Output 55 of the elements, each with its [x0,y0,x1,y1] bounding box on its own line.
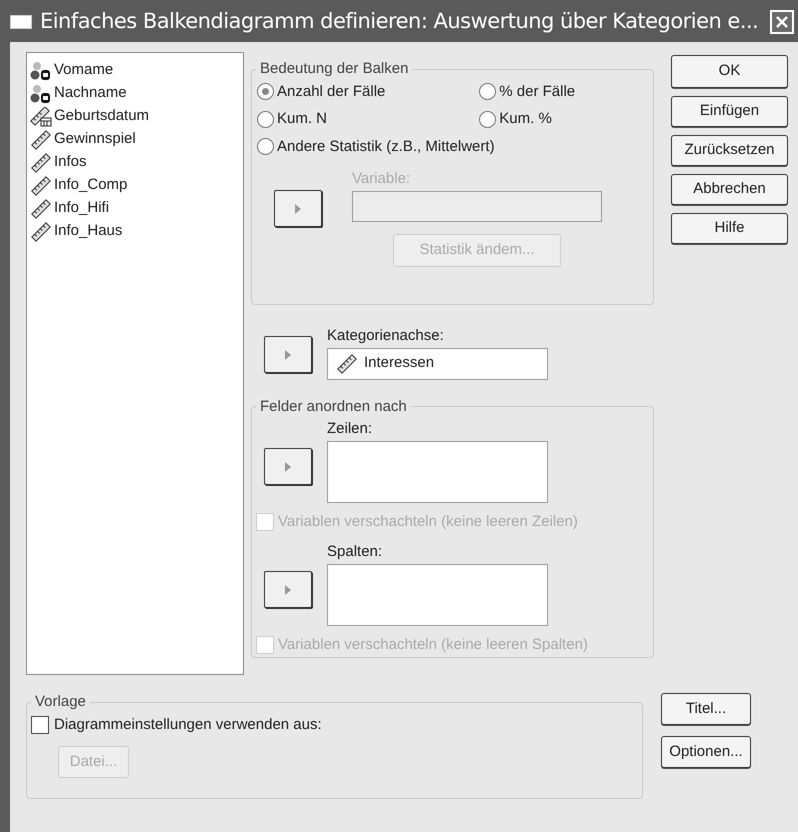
category-axis-field[interactable]: Interessen [327,348,548,380]
close-icon [775,15,789,29]
radio-option[interactable]: Kum. N [257,108,460,130]
checkbox-label: Diagrammeinstellungen verwenden aus: [54,714,322,734]
variable-item[interactable]: Vomame [54,59,114,82]
variable-item[interactable]: Info_Hifi [54,197,110,220]
radio-button[interactable] [257,138,274,156]
checkbox-label: Variablen verschachteln (keine leeren Spalten) [278,634,588,654]
variable-field[interactable] [352,190,602,222]
dialog-button[interactable]: OK [671,55,788,88]
ruler-calendar-icon [30,106,52,126]
triangle-icon [285,350,291,360]
window-title: Einfaches Balkendiagramm definieren: Auswertung über Kategorien e... [40,8,760,36]
group-title: Vorlage [34,692,87,712]
dialog-button[interactable]: Zurücksetzen [671,135,788,166]
radio-option[interactable]: Andere Statistik (z.B., Mittelwert) [257,136,649,158]
dialog-button[interactable]: Einfügen [671,96,788,127]
checkbox-label: Variablen verschachteln (keine leeren Zeilen) [278,512,578,532]
radio-option[interactable]: % der Fälle [479,80,649,103]
field-label: Variable: [352,169,412,189]
variable-item[interactable]: Nachname [54,82,127,105]
radio-button[interactable] [479,110,496,128]
field-label: Spalten: [327,542,384,562]
columns-field[interactable] [327,564,548,626]
triangle-icon [295,204,301,214]
close-button[interactable] [770,10,794,34]
move-right-button[interactable] [264,448,312,485]
move-right-button[interactable] [264,336,312,373]
radio-button[interactable] [257,83,274,100]
group-title: Felder anordnen nach [259,396,408,416]
dialog-button[interactable]: Titel... [661,693,751,725]
move-right-button[interactable] [264,571,312,608]
field-label: Kategorienachse: [327,326,445,346]
triangle-icon [285,584,291,594]
variable-item[interactable]: Geburtsdatum [54,105,150,128]
group-title: Bedeutung der Balken [259,59,410,79]
dialog-button[interactable]: Optionen... [661,736,751,768]
radio-option[interactable]: Anzahl der Fälle [257,80,460,103]
window-icon [10,15,32,29]
radio-button[interactable] [257,110,274,128]
dialog-button[interactable]: Abbrechen [671,174,788,205]
triangle-icon [285,462,291,472]
variable-item[interactable]: Gewinnspiel [54,128,136,151]
variable-item[interactable]: Info_Haus [54,220,122,243]
dialog-button[interactable]: Hilfe [671,213,788,244]
field-label: Zeilen: [327,419,374,439]
rows-field[interactable] [327,440,548,502]
move-right-button[interactable] [274,190,322,227]
radio-button[interactable] [479,83,496,100]
radio-option[interactable]: Kum. % [479,108,649,130]
variable-string-icon [30,84,52,104]
checkbox[interactable] [31,716,49,734]
variable-item[interactable]: Infos [54,151,87,174]
variable-string-icon [30,60,52,80]
variable-item[interactable]: Info_Comp [54,174,128,197]
